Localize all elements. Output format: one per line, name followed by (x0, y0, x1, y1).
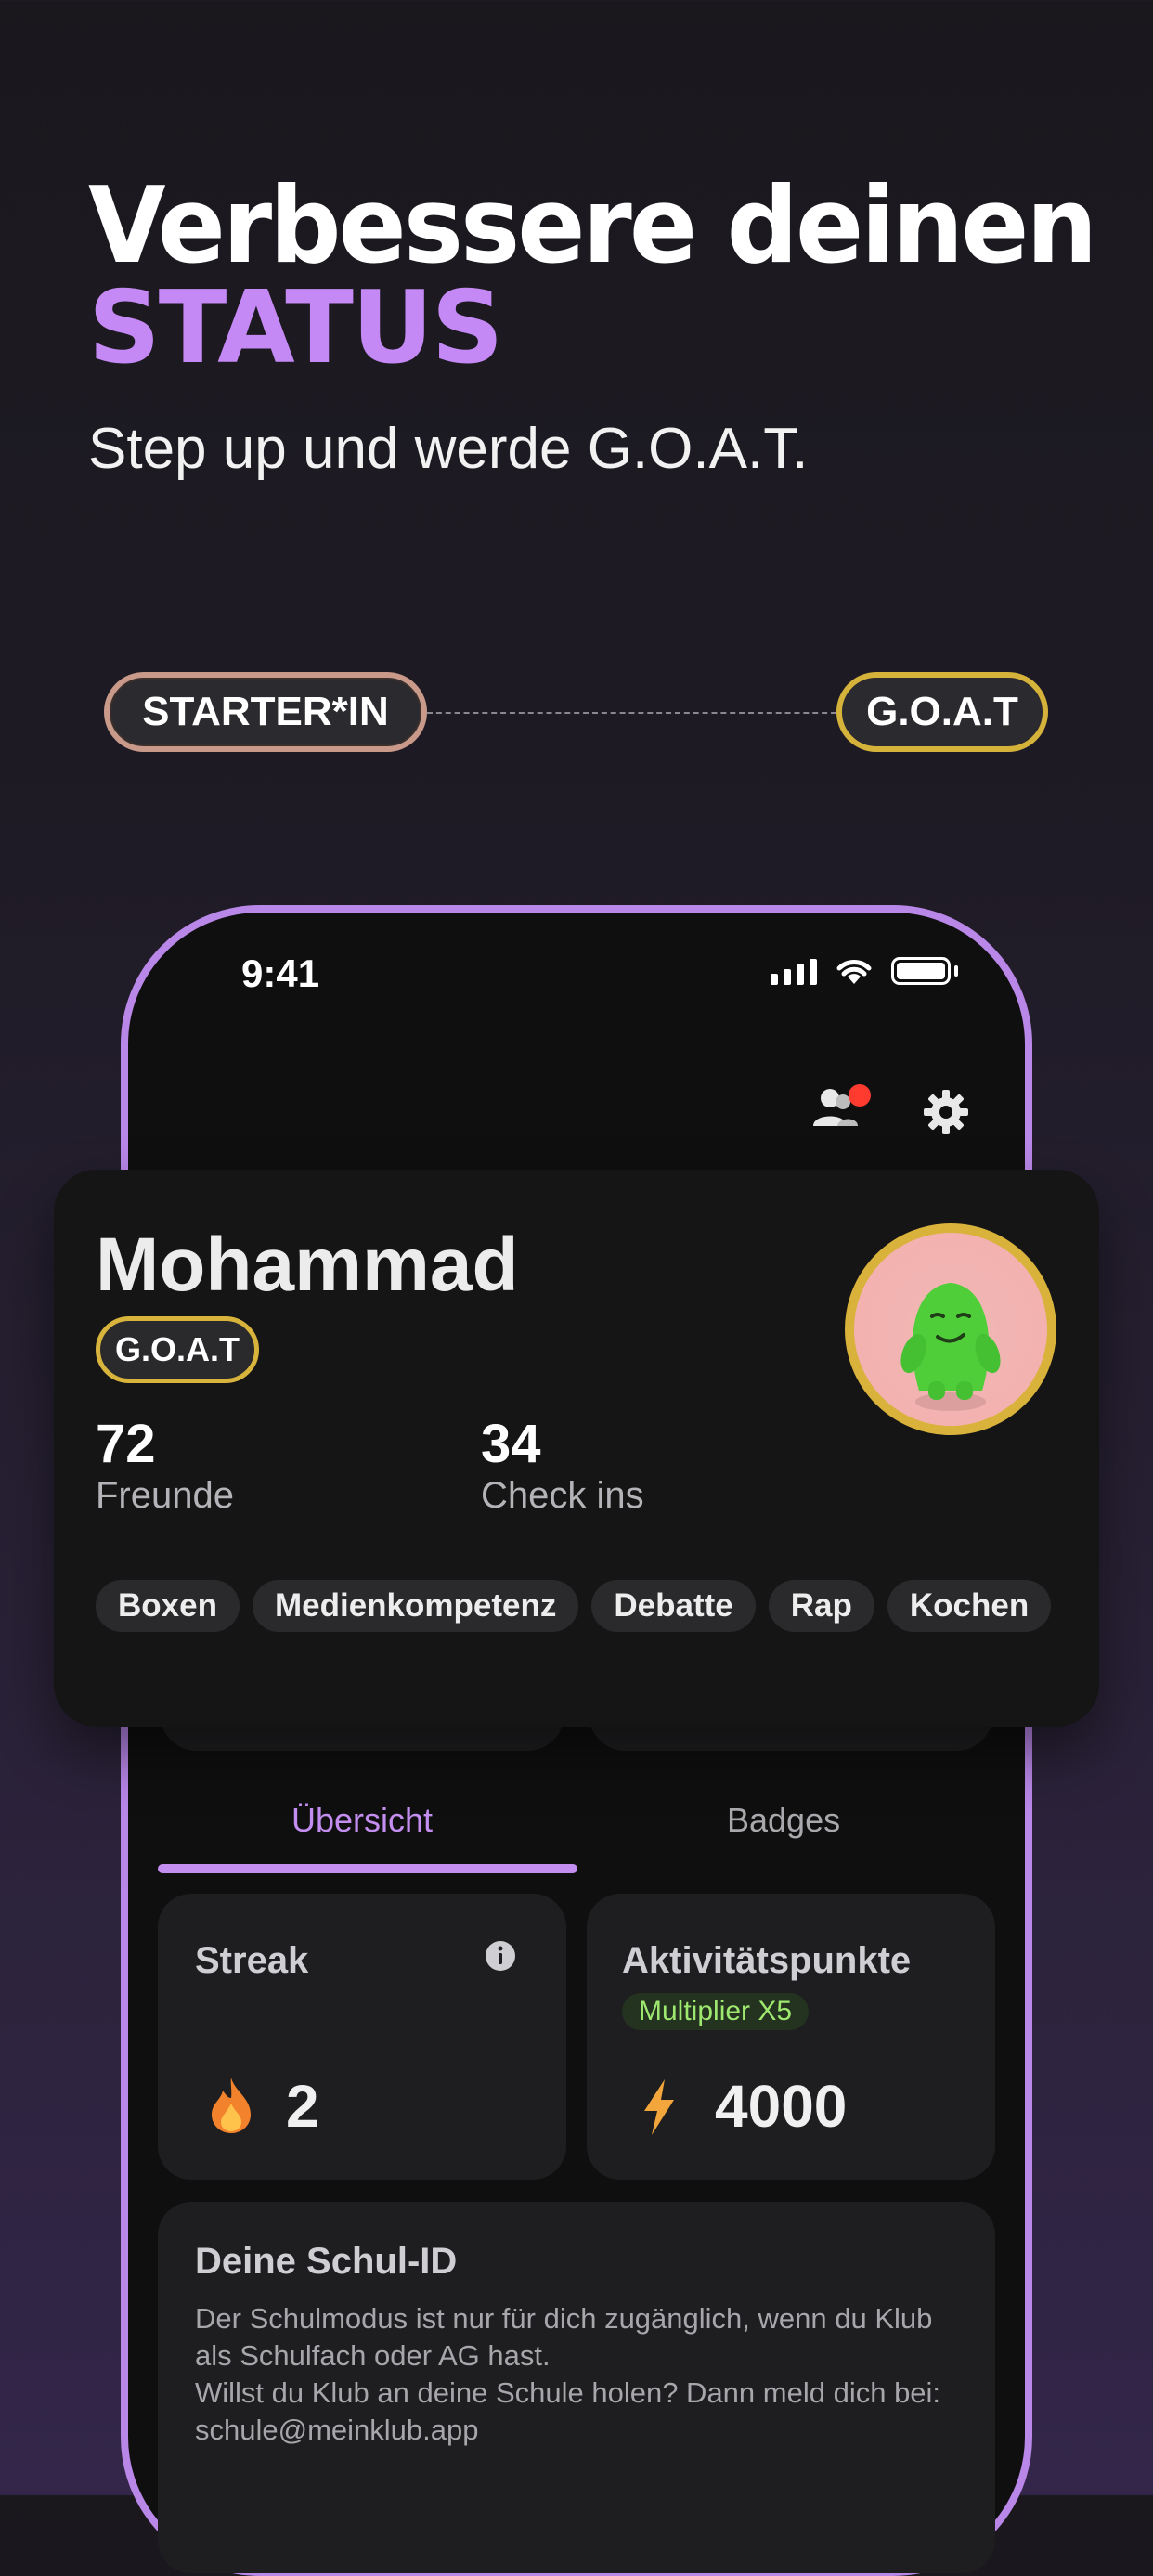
battery-cap (954, 965, 958, 977)
school-id-title: Deine Schul-ID (195, 2241, 458, 2282)
tag-debatte[interactable]: Debatte (591, 1580, 756, 1632)
tag-boxen[interactable]: Boxen (96, 1580, 240, 1632)
status-bar-icons (771, 956, 958, 986)
school-id-text: Der Schulmodus ist nur für dich zugängli… (195, 2302, 941, 2446)
wifi-icon (836, 960, 872, 984)
interest-tags: Boxen Medienkompetenz Debatte Rap Kochen (96, 1580, 1052, 1632)
notification-dot (849, 1084, 871, 1107)
status-end-badge: G.O.A.T (836, 672, 1048, 752)
tag-medienkompetenz[interactable]: Medienkompetenz (252, 1580, 579, 1632)
rank-badge: G.O.A.T (96, 1316, 259, 1383)
stat-friends[interactable]: 72 Freunde (96, 1413, 234, 1517)
tag-rap[interactable]: Rap (768, 1580, 874, 1632)
stat-checkins-label: Check ins (481, 1475, 644, 1516)
tab-uebersicht[interactable]: Übersicht (291, 1801, 433, 1840)
activity-points-title: Aktivitätspunkte (622, 1940, 912, 1981)
streak-value: 2 (286, 2073, 319, 2140)
tag-kochen[interactable]: Kochen (887, 1580, 1052, 1632)
multiplier-badge: Multiplier X5 (622, 1993, 810, 2030)
status-start-badge: STARTER*IN (104, 672, 427, 752)
activity-points-value: 4000 (715, 2073, 848, 2140)
tab-badges[interactable]: Badges (727, 1801, 840, 1840)
flame-icon (212, 2078, 251, 2133)
battery-icon (891, 957, 951, 985)
avatar-monster-icon (900, 1283, 1001, 1411)
hero-title-line1: Verbessere deinen (88, 164, 1097, 288)
stat-checkins-value: 34 (481, 1414, 541, 1474)
profile-name: Mohammad (96, 1223, 519, 1307)
hero-title-line2: STATUS (88, 270, 503, 386)
bolt-icon (644, 2079, 674, 2135)
tab-active-indicator (158, 1864, 577, 1873)
stat-checkins[interactable]: 34 Check ins (481, 1413, 644, 1517)
hero-subtitle: Step up und werde G.O.A.T. (88, 417, 809, 481)
stat-friends-value: 72 (96, 1414, 156, 1474)
signal-icon (771, 957, 817, 985)
status-track-line (427, 712, 836, 714)
status-bar-time: 9:41 (241, 951, 320, 995)
streak-tile[interactable] (158, 1894, 566, 2180)
info-icon[interactable] (485, 1940, 516, 1972)
stat-friends-label: Freunde (96, 1475, 234, 1516)
gear-icon[interactable] (922, 1088, 970, 1136)
streak-title: Streak (195, 1940, 309, 1981)
avatar[interactable] (845, 1223, 1056, 1435)
